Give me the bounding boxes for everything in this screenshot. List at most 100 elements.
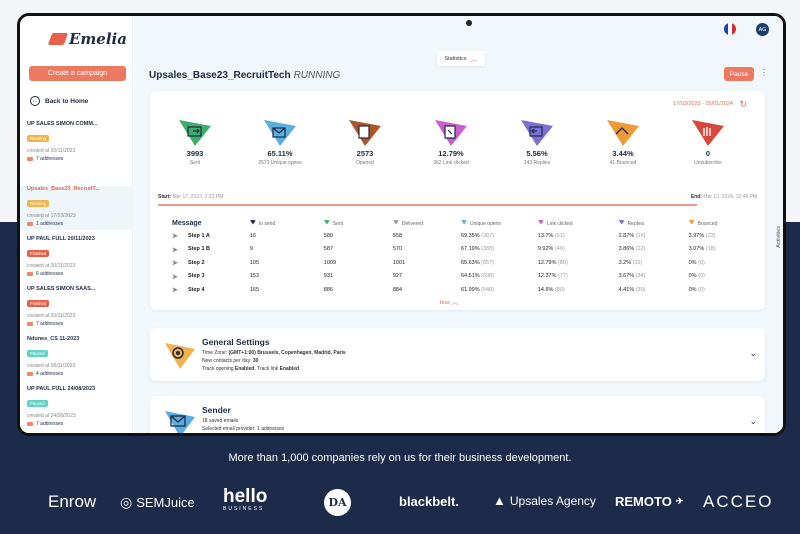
date-range[interactable]: 17/03/2023 - 05/01/2024 xyxy=(673,101,733,107)
table-row[interactable]: ➤ Step 1 A 16 580 558 69.35% (387) 13.7% (61) 2… xyxy=(172,229,747,243)
back-to-home-link[interactable]: ← Back to Home xyxy=(30,96,88,106)
column-dot-icon xyxy=(392,219,399,225)
clicked-cell: 12.79% (80) xyxy=(538,260,619,266)
column-header: Bounced xyxy=(688,219,747,227)
replies-pct: 3.2% xyxy=(618,259,632,266)
campaign-addresses: 6 addresses xyxy=(27,271,125,277)
addresses-count: 6 addresses xyxy=(36,271,64,277)
tracking-line: Track opening Enabled, Track link Enable… xyxy=(202,366,299,372)
app-logo[interactable]: Emelia xyxy=(47,30,127,48)
opens-count: (383) xyxy=(481,246,494,253)
chevron-down-icon[interactable]: ⌄ xyxy=(749,348,757,359)
french-flag-icon[interactable] xyxy=(724,23,736,35)
marketing-tagline: More than 1,000 companies rely on us for… xyxy=(228,452,572,464)
track-link-value: Enabled xyxy=(279,366,300,372)
sender-card[interactable]: Sender 18 saved emails Selected email pr… xyxy=(150,396,765,433)
campaign-title: Upsales_Base23_RecruitTech RUNNING xyxy=(149,70,340,81)
end-label: End: xyxy=(690,194,702,200)
campaign-created-date: created at 20/11/2023 xyxy=(27,148,76,154)
campaign-item-name: Ndunes_CS 11-2023 xyxy=(27,336,80,342)
bounced-count: (18) xyxy=(705,246,716,253)
send-icon: ➤ xyxy=(172,246,178,254)
opens-count: (598) xyxy=(481,273,494,280)
to-send-cell: 105 xyxy=(249,259,260,266)
replies-cell: 4.41% (39) xyxy=(619,287,689,293)
column-header-label: Bounced xyxy=(697,220,718,227)
refresh-icon[interactable]: ↻ xyxy=(739,99,747,110)
campaign-item-name: UP PAUL FULL 20/11/2023 xyxy=(27,236,95,242)
sent-cell: 931 xyxy=(323,273,333,280)
column-header: Replies xyxy=(618,219,689,227)
logo-enrow: Enrow xyxy=(48,492,96,512)
create-campaign-button[interactable]: Create a campaign xyxy=(29,66,126,81)
semjuice-icon: ◎ xyxy=(120,494,133,510)
opens-cell: 65.63% (657) xyxy=(461,260,538,266)
track-opening-label: Track opening xyxy=(202,366,234,372)
campaign-item[interactable]: UP PAUL FULL 20/11/2023 Finished created a… xyxy=(20,236,132,280)
user-avatar[interactable]: AG xyxy=(756,23,769,36)
clicked-count: (46) xyxy=(554,246,565,253)
campaign-status-badge: Finished xyxy=(27,300,50,307)
logo-blackbelt: blackbelt. xyxy=(399,494,459,509)
campaign-item[interactable]: UP SALES SIMON SAAS... Finished created at… xyxy=(20,286,132,330)
logo-text: Emelia xyxy=(69,30,127,48)
metric-value: 65.11% xyxy=(267,149,293,158)
camera-icon xyxy=(466,20,472,26)
column-header: Delivered xyxy=(392,219,461,227)
opens-cell: 67.19% (383) xyxy=(461,246,538,252)
bounced-pct: 3.97% xyxy=(688,232,705,239)
send-icon: ➤ xyxy=(172,287,178,295)
metric-send: 3993 Sent xyxy=(160,118,230,166)
replies-cell: 3.2% (32) xyxy=(619,260,689,266)
campaign-item[interactable]: UP PAUL FULL 24/08/2023 Paused created at … xyxy=(20,386,132,430)
unsubscribe-icon xyxy=(692,118,724,146)
reply-icon xyxy=(521,118,553,146)
addresses-count: 7 addresses xyxy=(36,321,64,327)
contacts-label: New contacts per day: xyxy=(202,358,252,364)
table-row[interactable]: ➤ Step 2 105 1009 1001 65.63% (657) 12.79% (80… xyxy=(172,256,747,270)
campaign-name: Upsales_Base23_RecruitTech xyxy=(149,70,291,81)
column-dot-icon xyxy=(618,219,625,225)
timeline-progress-bar xyxy=(158,204,698,206)
activities-tab[interactable]: Activities xyxy=(776,226,782,248)
step-cell: ➤ Step 2 xyxy=(172,259,250,268)
clicked-cell: 12.37% (77) xyxy=(538,273,619,279)
delivered-cell: 558 xyxy=(392,232,403,239)
timeline-start: Start: Mar 17, 2023, 2:23 PM xyxy=(158,194,223,200)
column-dot-icon xyxy=(323,219,330,225)
metric-value: 2573 xyxy=(356,149,374,158)
statistics-tab[interactable]: Statistics ︿ xyxy=(437,51,485,66)
send-icon: ➤ xyxy=(172,273,178,281)
campaign-item[interactable]: UP SALES SIMON COMM... Running created at … xyxy=(20,121,132,165)
delivered-cell: 884 xyxy=(392,286,403,293)
sent-cell: 886 xyxy=(323,286,333,293)
contacts-line: New contacts per day: 30 xyxy=(202,358,258,364)
campaign-item[interactable]: Upsales_Base23_RecruitT... Running created… xyxy=(20,186,132,230)
general-settings-card[interactable]: General Settings Time Zone: (GMT+1:00) B… xyxy=(150,328,765,381)
campaign-status-badge: Finished xyxy=(27,250,50,257)
contacts-icon xyxy=(27,422,33,426)
metric-label: 41 Bounced xyxy=(609,160,637,166)
opens-pct: 61.99% xyxy=(460,286,480,293)
show-less-link[interactable]: less ︿ xyxy=(440,297,458,307)
opens-cell: 64.51% (598) xyxy=(461,273,538,279)
metric-value: 3.44% xyxy=(612,149,634,158)
pause-button[interactable]: Pause xyxy=(724,67,754,81)
send-icon: ➤ xyxy=(172,260,178,268)
column-dot-icon xyxy=(249,219,256,225)
metric-label: 2573 Unique opens xyxy=(258,160,302,166)
bounced-cell: 0% (0) xyxy=(689,287,747,293)
logo-upsales-text: Upsales Agency xyxy=(509,493,596,508)
table-row[interactable]: ➤ Step 1 B 9 587 570 67.19% (383) 9.92% (46) 3.… xyxy=(172,243,747,257)
column-dot-icon xyxy=(537,219,544,225)
table-row[interactable]: ➤ Step 4 165 886 884 61.99% (548) 14.6% (80) 4.… xyxy=(172,283,747,297)
clicked-cell: 9.92% (46) xyxy=(538,246,619,252)
campaign-status-badge: Running xyxy=(27,135,50,142)
more-options-icon[interactable]: ⋮ xyxy=(760,68,768,77)
campaign-item[interactable]: Ndunes_CS 11-2023 Paused created at 08/11/… xyxy=(20,336,132,380)
chevron-down-icon[interactable]: ⌄ xyxy=(749,416,757,427)
bounced-cell: 3.97% (23) xyxy=(689,233,747,239)
metric-value: 12.79% xyxy=(438,149,464,158)
table-row[interactable]: ➤ Step 3 153 931 927 64.51% (598) 12.37% (77) 3… xyxy=(172,270,747,284)
metric-value: 3993 xyxy=(186,149,204,158)
